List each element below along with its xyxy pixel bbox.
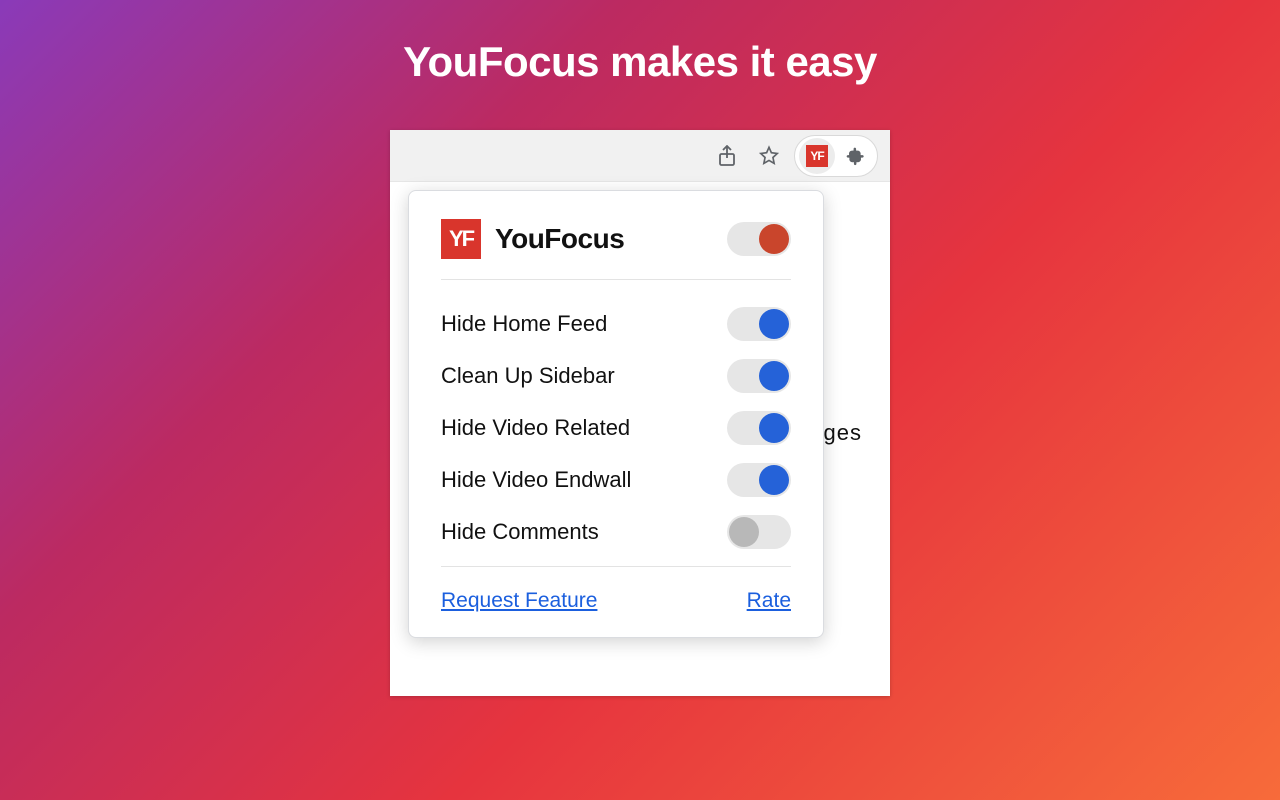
popup-header: YouFocus	[441, 219, 791, 280]
toggle-hide-video-endwall[interactable]	[727, 463, 791, 497]
background-text-fragment: ges	[824, 420, 862, 446]
extensions-puzzle-icon[interactable]	[837, 138, 873, 174]
option-label: Hide Comments	[441, 519, 599, 545]
rate-link[interactable]: Rate	[747, 589, 791, 613]
option-hide-comments: Hide Comments	[441, 506, 791, 558]
option-label: Clean Up Sidebar	[441, 363, 615, 389]
hero-title: YouFocus makes it easy	[0, 38, 1280, 86]
toggle-hide-video-related[interactable]	[727, 411, 791, 445]
extension-popup: YouFocus Hide Home Feed Clean Up Sidebar…	[408, 190, 824, 638]
option-label: Hide Video Related	[441, 415, 630, 441]
option-hide-home-feed: Hide Home Feed	[441, 298, 791, 350]
popup-footer: Request Feature Rate	[441, 567, 791, 613]
toggle-hide-home-feed[interactable]	[727, 307, 791, 341]
toggle-clean-up-sidebar[interactable]	[727, 359, 791, 393]
extensions-cluster	[794, 135, 878, 177]
option-label: Hide Video Endwall	[441, 467, 631, 493]
youfocus-logo-icon	[441, 219, 481, 259]
master-toggle[interactable]	[727, 222, 791, 256]
option-clean-up-sidebar: Clean Up Sidebar	[441, 350, 791, 402]
toggle-hide-comments[interactable]	[727, 515, 791, 549]
share-icon[interactable]	[710, 139, 744, 173]
popup-brand: YouFocus	[441, 219, 624, 259]
request-feature-link[interactable]: Request Feature	[441, 589, 597, 613]
option-hide-video-endwall: Hide Video Endwall	[441, 454, 791, 506]
options-list: Hide Home Feed Clean Up Sidebar Hide Vid…	[441, 280, 791, 567]
youfocus-extension-icon[interactable]	[799, 138, 835, 174]
option-hide-video-related: Hide Video Related	[441, 402, 791, 454]
browser-screenshot-frame: ges YouFocus Hide Home Feed Clean Up Sid…	[390, 130, 890, 696]
browser-toolbar	[390, 130, 890, 182]
option-label: Hide Home Feed	[441, 311, 607, 337]
popup-title: YouFocus	[495, 223, 624, 255]
bookmark-star-icon[interactable]	[752, 139, 786, 173]
